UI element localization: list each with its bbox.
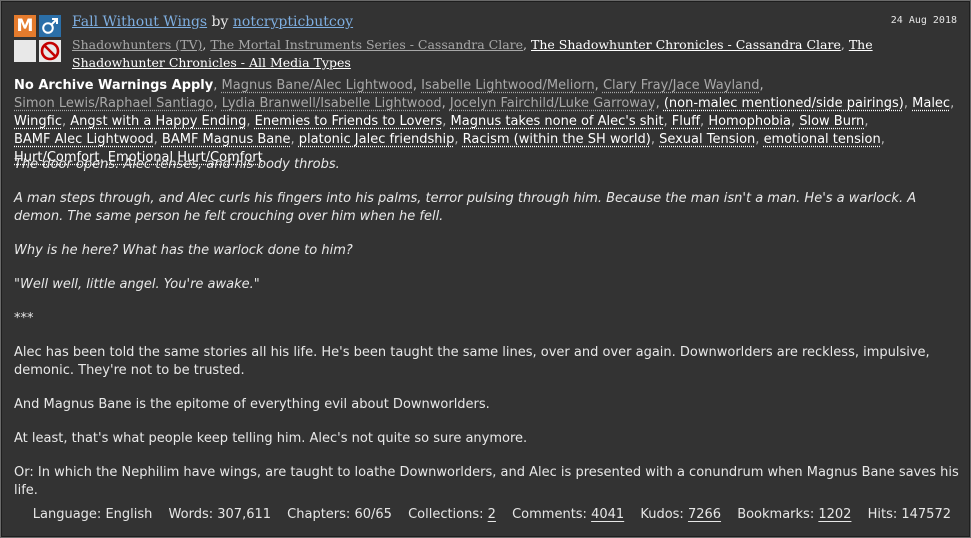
summary-paragraph: The door opens. Alec tenses, and his bod… — [14, 157, 340, 172]
stat-bookmarks: Bookmarks: 1202 — [737, 507, 851, 522]
stat-language: Language: English — [33, 507, 153, 522]
work-blurb: M Fall Without Wings by notcrypticbutcoy… — [0, 0, 971, 538]
freeform-tag[interactable]: Homophobia — [708, 114, 791, 129]
fandom-list: Shadowhunters (TV), The Mortal Instrumen… — [72, 37, 873, 70]
freeform-tag[interactable]: Fluff — [672, 114, 700, 129]
stat-words: Words: 307,611 — [169, 507, 271, 522]
no-warning-icon[interactable] — [14, 40, 36, 62]
work-title-link[interactable]: Fall Without Wings — [72, 14, 207, 30]
freeform-tag[interactable]: Sexual Tension — [659, 132, 755, 147]
summary-paragraph: Why is he here? What has the warlock don… — [14, 243, 353, 258]
freeform-tag[interactable]: Magnus takes none of Alec's shit — [451, 114, 664, 129]
work-stats: Language: English Words: 307,611 Chapter… — [21, 507, 951, 522]
stat-label: Chapters: — [287, 507, 351, 522]
freeform-tag[interactable]: Malec — [912, 96, 950, 111]
freeform-tag[interactable]: Wingfic — [14, 114, 62, 129]
stat-label: Comments: — [512, 507, 587, 522]
stat-label: Words: — [168, 507, 214, 522]
by-label: by — [211, 14, 229, 30]
relationship-tag[interactable]: Lydia Branwell/Isabelle Lightwood — [222, 96, 442, 111]
relationship-tag[interactable]: Isabelle Lightwood/Meliorn — [421, 78, 595, 93]
summary-paragraph: A man steps through, and Alec curls his … — [14, 191, 917, 224]
summary-paragraph: And Magnus Bane is the epitome of everyt… — [14, 397, 490, 412]
freeform-tag[interactable]: (non-malec mentioned/side pairings) — [664, 96, 904, 111]
summary-paragraph: At least, that's what people keep tellin… — [14, 431, 528, 446]
fandom-link[interactable]: The Mortal Instruments Series - Cassandr… — [210, 37, 523, 52]
stat-hits: Hits: 147572 — [868, 507, 951, 522]
freeform-tag[interactable]: Enemies to Friends to Lovers — [255, 114, 443, 129]
stat-value: 147572 — [901, 507, 951, 522]
publish-date: 24 Aug 2018 — [890, 15, 957, 26]
stat-label: Kudos: — [640, 507, 684, 522]
fandom-link[interactable]: The Shadowhunter Chronicles - Cassandra … — [531, 37, 841, 52]
freeform-tag[interactable]: Slow Burn — [799, 114, 864, 129]
kudos-link[interactable]: 7266 — [688, 507, 721, 522]
summary-paragraph: Alec has been told the same stories all … — [14, 345, 930, 378]
stat-collections: Collections: 2 — [408, 507, 496, 522]
stat-label: Collections: — [408, 507, 484, 522]
bookmarks-link[interactable]: 1202 — [818, 507, 851, 522]
summary-paragraph: *** — [14, 311, 34, 326]
warning-tag[interactable]: No Archive Warnings Apply — [14, 78, 213, 93]
collections-link[interactable]: 2 — [488, 507, 496, 522]
summary-paragraph: Or: In which the Nephilim have wings, ar… — [14, 465, 959, 498]
relationship-tag[interactable]: Magnus Bane/Alec Lightwood — [222, 78, 413, 93]
relationship-tag[interactable]: Jocelyn Fairchild/Luke Garroway — [450, 96, 656, 111]
freeform-tag[interactable]: Racism (within the SH world) — [463, 132, 651, 147]
stat-value: 60/65 — [354, 507, 392, 522]
freeform-tag[interactable]: emotional tension — [764, 132, 881, 147]
prohibited-icon[interactable] — [39, 40, 61, 62]
stat-label: Bookmarks: — [737, 507, 815, 522]
rating-mature-icon[interactable]: M — [14, 15, 36, 37]
fandom-link[interactable]: Shadowhunters (TV) — [72, 37, 202, 52]
relationship-tag[interactable]: Simon Lewis/Raphael Santiago — [14, 96, 214, 111]
freeform-tag[interactable]: platonic Jalec friendship — [299, 132, 455, 147]
author-link[interactable]: notcrypticbutcoy — [233, 14, 353, 30]
relationship-tag[interactable]: Clary Fray/Jace Wayland — [603, 78, 760, 93]
summary-paragraph: "Well well, little angel. You're awake." — [14, 277, 260, 292]
freeform-tag[interactable]: Angst with a Happy Ending — [70, 114, 246, 129]
freeform-tag[interactable]: BAMF Alec Lightwood — [14, 132, 154, 147]
work-heading: Fall Without Wings by notcrypticbutcoy — [72, 14, 353, 30]
stat-chapters: Chapters: 60/65 — [287, 507, 392, 522]
comments-link[interactable]: 4041 — [591, 507, 624, 522]
stat-label: Hits: — [867, 507, 898, 522]
summary: The door opens. Alec tenses, and his bod… — [14, 156, 959, 516]
stat-value: English — [105, 507, 153, 522]
required-tags: M — [14, 15, 62, 63]
stat-value: 307,611 — [217, 507, 272, 522]
freeform-tag[interactable]: BAMF Magnus Bane — [162, 132, 291, 147]
stat-kudos: Kudos: 7266 — [640, 507, 721, 522]
male-symbol-icon[interactable] — [39, 15, 61, 37]
tag-list: No Archive Warnings Apply, Magnus Bane/A… — [14, 78, 955, 165]
stat-label: Language: — [32, 507, 102, 522]
stat-comments: Comments: 4041 — [512, 507, 624, 522]
